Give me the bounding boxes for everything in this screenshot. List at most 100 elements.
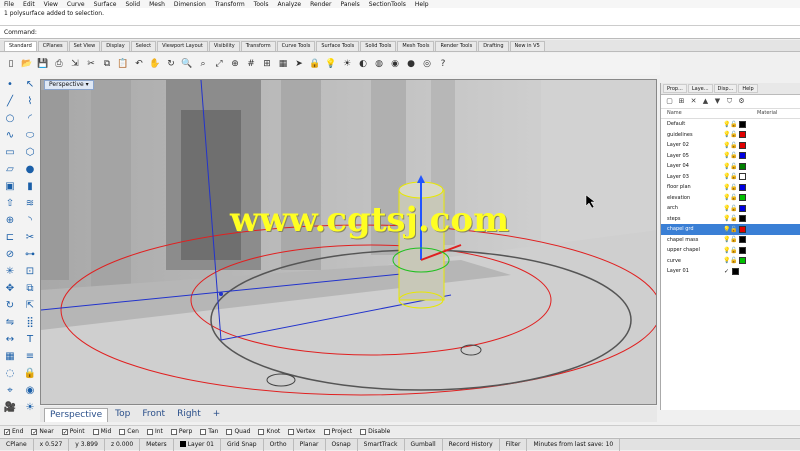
lock-icon[interactable]: 🔓 — [730, 173, 737, 180]
visibility-bulb-icon[interactable]: 💡 — [723, 184, 730, 191]
layer-row[interactable]: Layer 03 💡 🔓 — [661, 172, 800, 183]
panel-tab-3[interactable]: Disp... — [713, 84, 738, 93]
tab-cplanes[interactable]: CPlanes — [37, 41, 68, 51]
layer-row[interactable]: chapel grd 💡 🔓 — [661, 224, 800, 235]
menu-dimension[interactable]: Dimension — [174, 1, 206, 8]
lock-icon[interactable]: 🔒 — [308, 57, 322, 71]
tab-solid-tools[interactable]: Solid Tools — [360, 41, 397, 51]
visibility-bulb-icon[interactable]: 💡 — [723, 215, 730, 222]
visibility-bulb-icon[interactable]: 💡 — [723, 226, 730, 233]
tab-standard[interactable]: Standard — [4, 41, 37, 51]
new-icon[interactable]: ▯ — [4, 57, 18, 71]
menu-view[interactable]: View — [44, 1, 58, 8]
tab-new-in-v5[interactable]: New in V5 — [509, 41, 545, 51]
viewport-tab-top[interactable]: Top — [110, 408, 135, 422]
fillet-icon[interactable]: ◝ — [22, 213, 38, 228]
lock-icon[interactable]: 🔓 — [730, 194, 737, 201]
new-sublayer-icon[interactable]: ⊞ — [677, 97, 686, 106]
split-icon[interactable]: ⊘ — [2, 247, 18, 262]
layer-color-swatch[interactable] — [739, 120, 746, 128]
group-icon[interactable]: ⊡ — [22, 264, 38, 279]
zoom-selected-icon[interactable]: ⊕ — [228, 57, 242, 71]
layer-color-swatch[interactable] — [739, 183, 746, 191]
status-grid-snap[interactable]: Grid Snap — [221, 438, 264, 451]
select-icon[interactable]: ➤ — [292, 57, 306, 71]
tab-render-tools[interactable]: Render Tools — [435, 41, 478, 51]
layer-row[interactable]: guidelines 💡 🔓 — [661, 130, 800, 141]
bulb-icon[interactable]: 💡 — [324, 57, 338, 71]
lock-icon[interactable]: 🔓 — [730, 121, 737, 128]
copy-icon[interactable]: ⧉ — [100, 57, 114, 71]
panel-tab-1[interactable]: Prop... — [663, 84, 687, 93]
osnap-point[interactable]: ✓ Point — [61, 428, 85, 435]
light-icon[interactable]: ☀ — [340, 57, 354, 71]
osnap-end[interactable]: ✓ End — [4, 428, 23, 435]
osnap-tan[interactable]: Tan — [200, 428, 218, 435]
add-viewport-tab-button[interactable]: + — [208, 408, 226, 422]
panel-tab-4[interactable]: Help — [738, 84, 758, 93]
loft-icon[interactable]: ≋ — [22, 196, 38, 211]
open-icon[interactable]: 📂 — [20, 57, 34, 71]
menu-help[interactable]: Help — [415, 1, 429, 8]
viewport-title[interactable]: Perspective ▾ — [44, 80, 94, 90]
layer-row[interactable]: upper chapel 💡 🔓 — [661, 245, 800, 256]
cut-icon[interactable]: ✂ — [84, 57, 98, 71]
tab-drafting[interactable]: Drafting — [478, 41, 509, 51]
point-icon[interactable]: • — [2, 77, 18, 92]
menu-render[interactable]: Render — [310, 1, 331, 8]
tab-transform[interactable]: Transform — [240, 41, 276, 51]
menu-mesh[interactable]: Mesh — [149, 1, 165, 8]
block-icon[interactable]: ▦ — [2, 349, 18, 364]
osnap-mid[interactable]: Mid — [92, 428, 111, 435]
zoom-window-icon[interactable]: ⌕ — [196, 57, 210, 71]
polygon-icon[interactable]: ⬡ — [22, 145, 38, 160]
layer-row[interactable]: steps 💡 🔓 — [661, 214, 800, 225]
tab-surface-tools[interactable]: Surface Tools — [316, 41, 360, 51]
lock-icon[interactable]: 🔓 — [730, 257, 737, 264]
status-record-history[interactable]: Record History — [443, 438, 500, 451]
osnap-knot[interactable]: Knot — [258, 428, 280, 435]
osnap-project[interactable]: Project — [323, 428, 352, 435]
osnap-vertex[interactable]: Vertex — [288, 428, 316, 435]
lock-icon[interactable]: 🔓 — [730, 142, 737, 149]
menu-tools[interactable]: Tools — [254, 1, 269, 8]
layer-row[interactable]: Layer 01 ✓ — [661, 266, 800, 277]
extrude-icon[interactable]: ⇧ — [2, 196, 18, 211]
layer-color-swatch[interactable] — [739, 131, 746, 139]
visibility-bulb-icon[interactable]: 💡 — [723, 142, 730, 149]
layer-color-swatch[interactable] — [739, 246, 746, 254]
tab-visibility[interactable]: Visibility — [208, 41, 240, 51]
tab-display[interactable]: Display — [101, 41, 130, 51]
layer-row[interactable]: Layer 04 💡 🔓 — [661, 161, 800, 172]
rotate-icon[interactable]: ↻ — [164, 57, 178, 71]
pan-icon[interactable]: ✋ — [148, 57, 162, 71]
osnap-int[interactable]: Int — [146, 428, 163, 435]
menu-panels[interactable]: Panels — [340, 1, 359, 8]
layer-row[interactable]: curve 💡 🔓 — [661, 256, 800, 267]
layer-color-swatch[interactable] — [739, 257, 746, 265]
menu-file[interactable]: File — [4, 1, 14, 8]
lock-icon[interactable]: 🔒 — [22, 366, 38, 381]
layer-row[interactable]: elevation 💡 🔓 — [661, 193, 800, 204]
status-osnap[interactable]: Osnap — [326, 438, 358, 451]
arrow-icon[interactable]: ↖ — [22, 77, 38, 92]
array-icon[interactable]: ⣿ — [22, 315, 38, 330]
import-icon[interactable]: ⇲ — [68, 57, 82, 71]
perspective-viewport[interactable] — [40, 79, 657, 405]
status-gumball[interactable]: Gumball — [405, 438, 443, 451]
rotate-icon[interactable]: ↻ — [2, 298, 18, 313]
viewport-tab-perspective[interactable]: Perspective — [44, 408, 109, 422]
layer-icon[interactable]: ≡ — [22, 349, 38, 364]
visibility-bulb-icon[interactable]: 💡 — [723, 163, 730, 170]
current-layer-check-icon[interactable]: ✓ — [723, 268, 730, 275]
circle-icon[interactable]: ○ — [2, 111, 18, 126]
rectangle-icon[interactable]: ▭ — [2, 145, 18, 160]
material-icon[interactable]: ◍ — [372, 57, 386, 71]
grid-icon[interactable]: # — [244, 57, 258, 71]
osnap-near[interactable]: ✓ Near — [31, 428, 54, 435]
visibility-bulb-icon[interactable]: 💡 — [723, 236, 730, 243]
layer-row[interactable]: chapel mass 💡 🔓 — [661, 235, 800, 246]
osnap-disable[interactable]: Disable — [360, 428, 390, 435]
layer-color-swatch[interactable] — [739, 236, 746, 244]
scale-icon[interactable]: ⇱ — [22, 298, 38, 313]
